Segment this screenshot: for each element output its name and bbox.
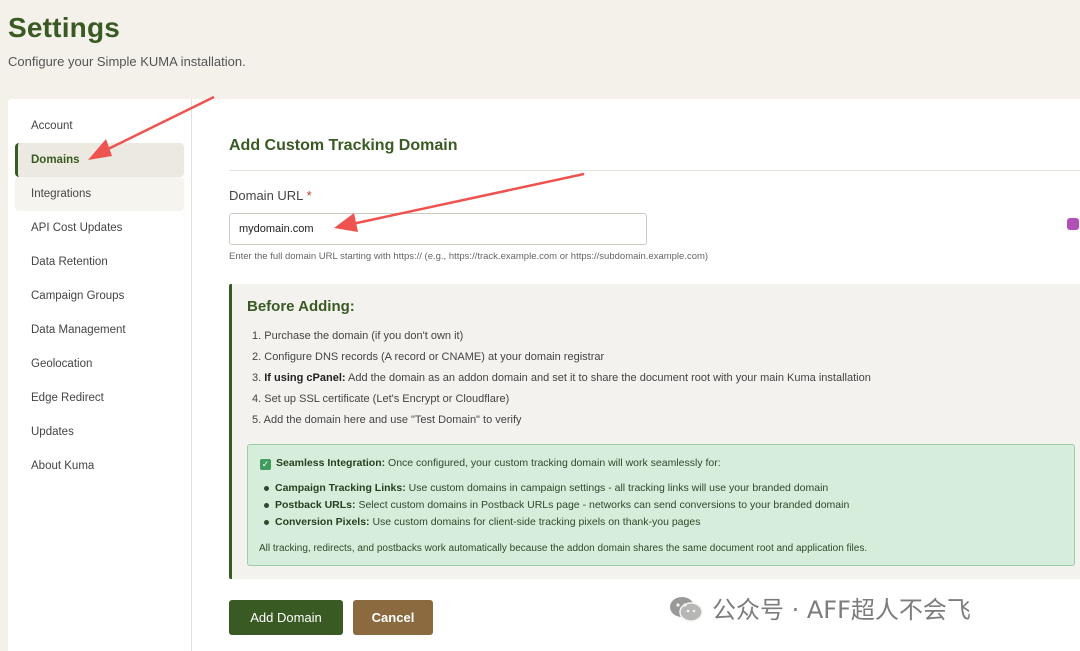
seamless-integration-box: ✓ Seamless Integration: Once configured, … [247, 444, 1075, 566]
checkbox-check-icon: ✓ [260, 459, 271, 470]
before-adding-title: Before Adding: [247, 298, 355, 315]
section-divider [229, 170, 1080, 171]
sidebar-item-about-kuma[interactable]: About Kuma [15, 449, 184, 483]
domain-url-help: Enter the full domain URL starting with … [229, 251, 709, 262]
sidebar-item-data-management[interactable]: Data Management [15, 313, 184, 347]
bullet-item: Campaign Tracking Links: Use custom doma… [263, 482, 849, 499]
settings-card: Account Domains Integrations API Cost Up… [8, 99, 1080, 651]
step-item: 4. Set up SSL certificate (Let's Encrypt… [252, 393, 510, 405]
step-item: 3. If using cPanel: Add the domain as an… [252, 372, 871, 384]
sidebar-item-edge-redirect[interactable]: Edge Redirect [15, 381, 184, 415]
seamless-integration-heading: ✓ Seamless Integration: Once configured, … [260, 457, 721, 470]
wechat-icon [670, 597, 703, 622]
required-mark: * [306, 188, 312, 203]
step-item: 2. Configure DNS records (A record or CN… [252, 351, 605, 363]
sidebar-item-account[interactable]: Account [15, 109, 184, 143]
bullet-item: Postback URLs: Select custom domains in … [263, 499, 849, 516]
integration-footnote: All tracking, redirects, and postbacks w… [259, 543, 868, 554]
extension-badge-icon[interactable] [1067, 218, 1079, 230]
step-item: 1. Purchase the domain (if you don't own… [252, 330, 464, 342]
domain-url-label: Domain URL * [229, 188, 312, 203]
before-adding-box: Before Adding: 1. Purchase the domain (i… [229, 284, 1080, 579]
page-subtitle: Configure your Simple KUMA installation. [8, 54, 246, 69]
sidebar-item-integrations[interactable]: Integrations [15, 177, 184, 211]
sidebar-item-updates[interactable]: Updates [15, 415, 184, 449]
settings-sidebar: Account Domains Integrations API Cost Up… [8, 99, 192, 651]
section-title: Add Custom Tracking Domain [229, 137, 458, 154]
step-item: 5. Add the domain here and use "Test Dom… [252, 414, 522, 426]
sidebar-item-geolocation[interactable]: Geolocation [15, 347, 184, 381]
page-title: Settings [8, 12, 121, 43]
add-domain-button[interactable]: Add Domain [229, 600, 343, 635]
wechat-watermark: 公众号 · AFF超人不会飞 [668, 590, 971, 625]
steps-list: 1. Purchase the domain (if you don't own… [252, 329, 871, 434]
integration-bullets: Campaign Tracking Links: Use custom doma… [263, 482, 849, 533]
domain-url-input[interactable] [229, 213, 647, 245]
domain-url-label-text: Domain URL [229, 188, 303, 203]
sidebar-item-domains[interactable]: Domains [15, 143, 184, 177]
sidebar-item-data-retention[interactable]: Data Retention [15, 245, 184, 279]
sidebar-item-campaign-groups[interactable]: Campaign Groups [15, 279, 184, 313]
sidebar-item-api-cost-updates[interactable]: API Cost Updates [15, 211, 184, 245]
cancel-button[interactable]: Cancel [353, 600, 433, 635]
page-header: Settings Configure your Simple KUMA inst… [8, 12, 246, 69]
bullet-item: Conversion Pixels: Use custom domains fo… [263, 516, 849, 533]
watermark-text: 公众号 · AFF超人不会飞 [712, 596, 971, 624]
